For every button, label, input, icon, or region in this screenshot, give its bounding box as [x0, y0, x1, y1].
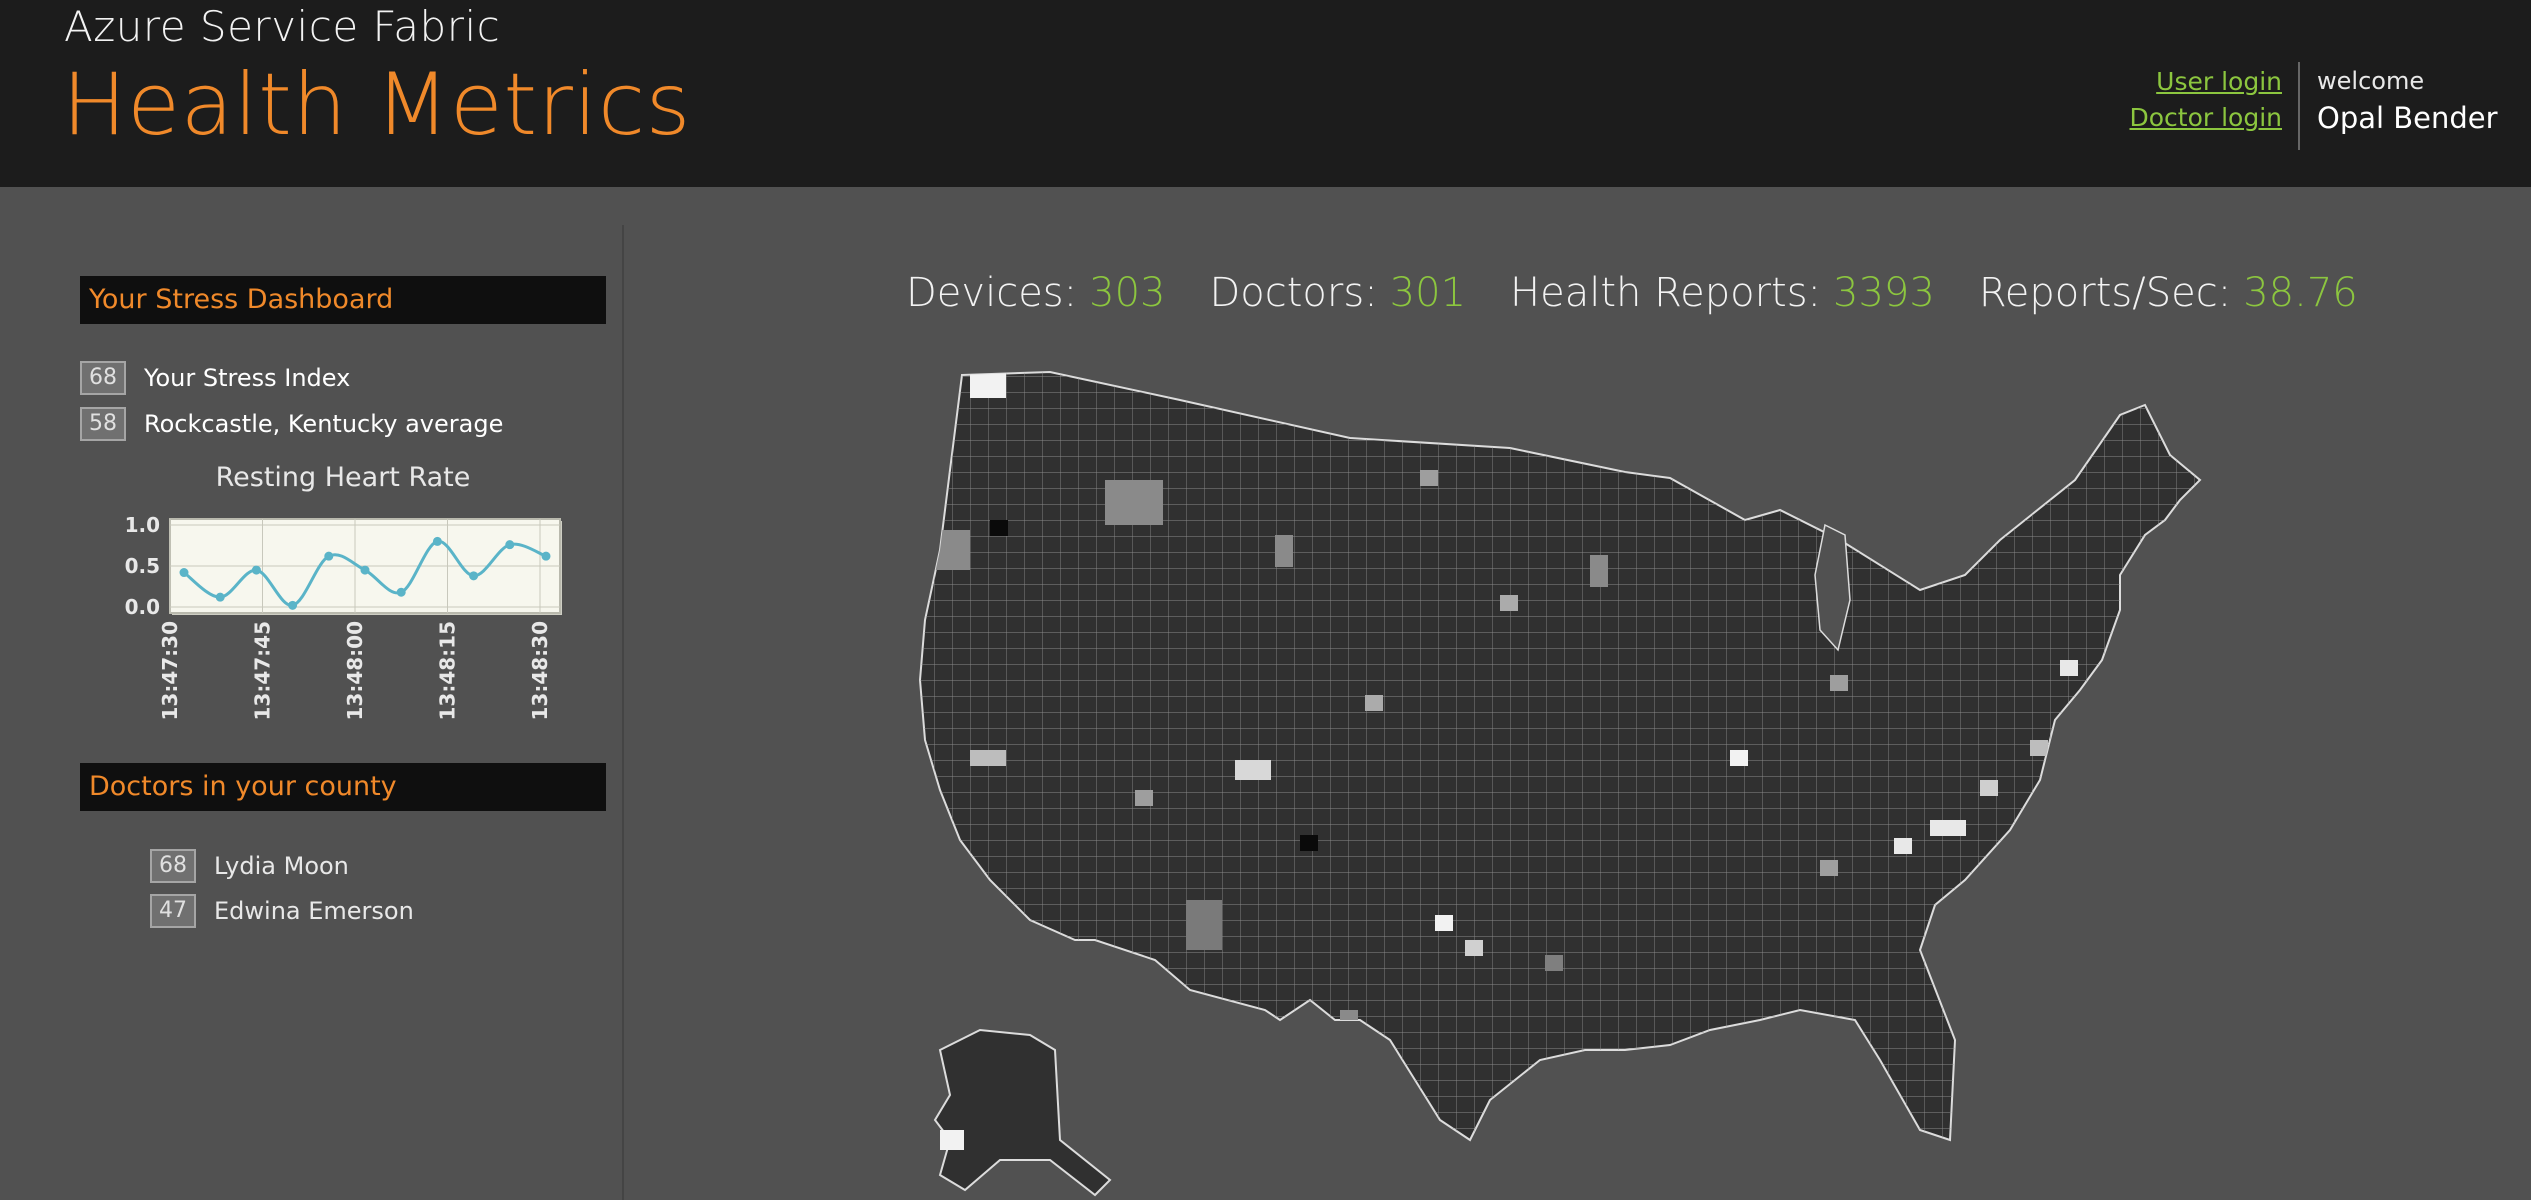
us-county-map[interactable] — [880, 360, 2300, 1200]
alaska-highlight — [940, 1130, 964, 1150]
county-average-row: 58 Rockcastle, Kentucky average — [80, 406, 503, 442]
heart-rate-point — [432, 536, 442, 546]
rate-value: 38.76 — [2243, 270, 2358, 316]
heart-rate-point — [469, 571, 479, 581]
doctors-label: Doctors: — [1209, 270, 1378, 316]
doctor-score: 47 — [150, 894, 196, 928]
x-tick-label: 13:48:00 — [343, 621, 367, 721]
x-tick-label: 13:48:30 — [528, 621, 552, 721]
user-name: Opal Bender — [2317, 101, 2498, 135]
login-links: User login Doctor login — [2129, 64, 2282, 136]
welcome-box: welcome Opal Bender — [2317, 64, 2498, 138]
x-tick-label: 13:47:45 — [251, 621, 275, 721]
stress-index-value: 68 — [80, 361, 126, 395]
header: Azure Service Fabric Health Metrics User… — [0, 0, 2531, 187]
doctors-value: 301 — [1389, 270, 1467, 316]
sidebar-divider — [622, 225, 624, 1200]
alaska[interactable] — [933, 1028, 1112, 1197]
chart-y-ticks: 0.0 0.5 1.0 — [125, 513, 160, 619]
devices-stat: Devices: 303 — [906, 270, 1165, 316]
heart-rate-point — [360, 565, 370, 575]
heart-rate-point — [251, 565, 261, 575]
x-tick-label: 13:48:15 — [436, 621, 460, 721]
doctor-login-link[interactable]: Doctor login — [2129, 100, 2282, 136]
header-divider — [2298, 62, 2300, 150]
heart-rate-point — [505, 540, 515, 550]
heart-rate-title: Resting Heart Rate — [215, 462, 471, 493]
app-subtitle: Azure Service Fabric — [64, 2, 501, 51]
doctor-row[interactable]: 47 Edwina Emerson — [150, 893, 414, 929]
heart-rate-point — [215, 592, 225, 602]
stress-index-row: 68 Your Stress Index — [80, 360, 350, 396]
y-tick-label: 0.5 — [125, 554, 160, 578]
heart-rate-point — [288, 600, 298, 610]
stats-bar: Devices: 303 Doctors: 301 Health Reports: 3… — [906, 270, 2402, 316]
heart-rate-point — [324, 551, 334, 561]
county-average-label: Rockcastle, Kentucky average — [144, 410, 504, 438]
doctor-row[interactable]: 68 Lydia Moon — [150, 848, 349, 884]
stress-index-label: Your Stress Index — [144, 364, 351, 392]
chart-x-ticks: 13:47:30 13:47:45 13:48:00 13:48:15 13:48:30 — [158, 621, 552, 721]
user-login-link[interactable]: User login — [2129, 64, 2282, 100]
app-title: Health Metrics — [62, 55, 691, 155]
stress-dashboard-title: Your Stress Dashboard — [80, 276, 606, 324]
y-tick-label: 0.0 — [125, 595, 160, 619]
devices-value: 303 — [1089, 270, 1166, 316]
heart-rate-point — [541, 551, 551, 561]
doctor-name: Edwina Emerson — [214, 897, 414, 925]
doctors-stat: Doctors: 301 — [1209, 270, 1466, 316]
heart-rate-chart: 0.0 0.5 1.0 13:47:30 13:47:45 13:48:00 13:48:… — [125, 513, 562, 721]
doctors-panel-title: Doctors in your county — [80, 763, 606, 811]
reports-stat: Health Reports: 3393 — [1510, 270, 1935, 316]
reports-label: Health Reports: — [1510, 270, 1822, 316]
heart-rate-point — [179, 568, 189, 578]
reports-value: 3393 — [1833, 270, 1935, 316]
doctor-score: 68 — [150, 849, 196, 883]
devices-label: Devices: — [906, 270, 1078, 316]
y-tick-label: 1.0 — [125, 513, 160, 537]
rate-label: Reports/Sec: — [1978, 270, 2232, 316]
heart-rate-point — [396, 587, 406, 597]
x-tick-label: 13:47:30 — [158, 621, 182, 721]
doctor-name: Lydia Moon — [214, 852, 349, 880]
county-average-value: 58 — [80, 407, 126, 441]
rate-stat: Reports/Sec: 38.76 — [1979, 270, 2358, 316]
county-boundaries — [920, 372, 2200, 1140]
welcome-label: welcome — [2317, 67, 2425, 95]
